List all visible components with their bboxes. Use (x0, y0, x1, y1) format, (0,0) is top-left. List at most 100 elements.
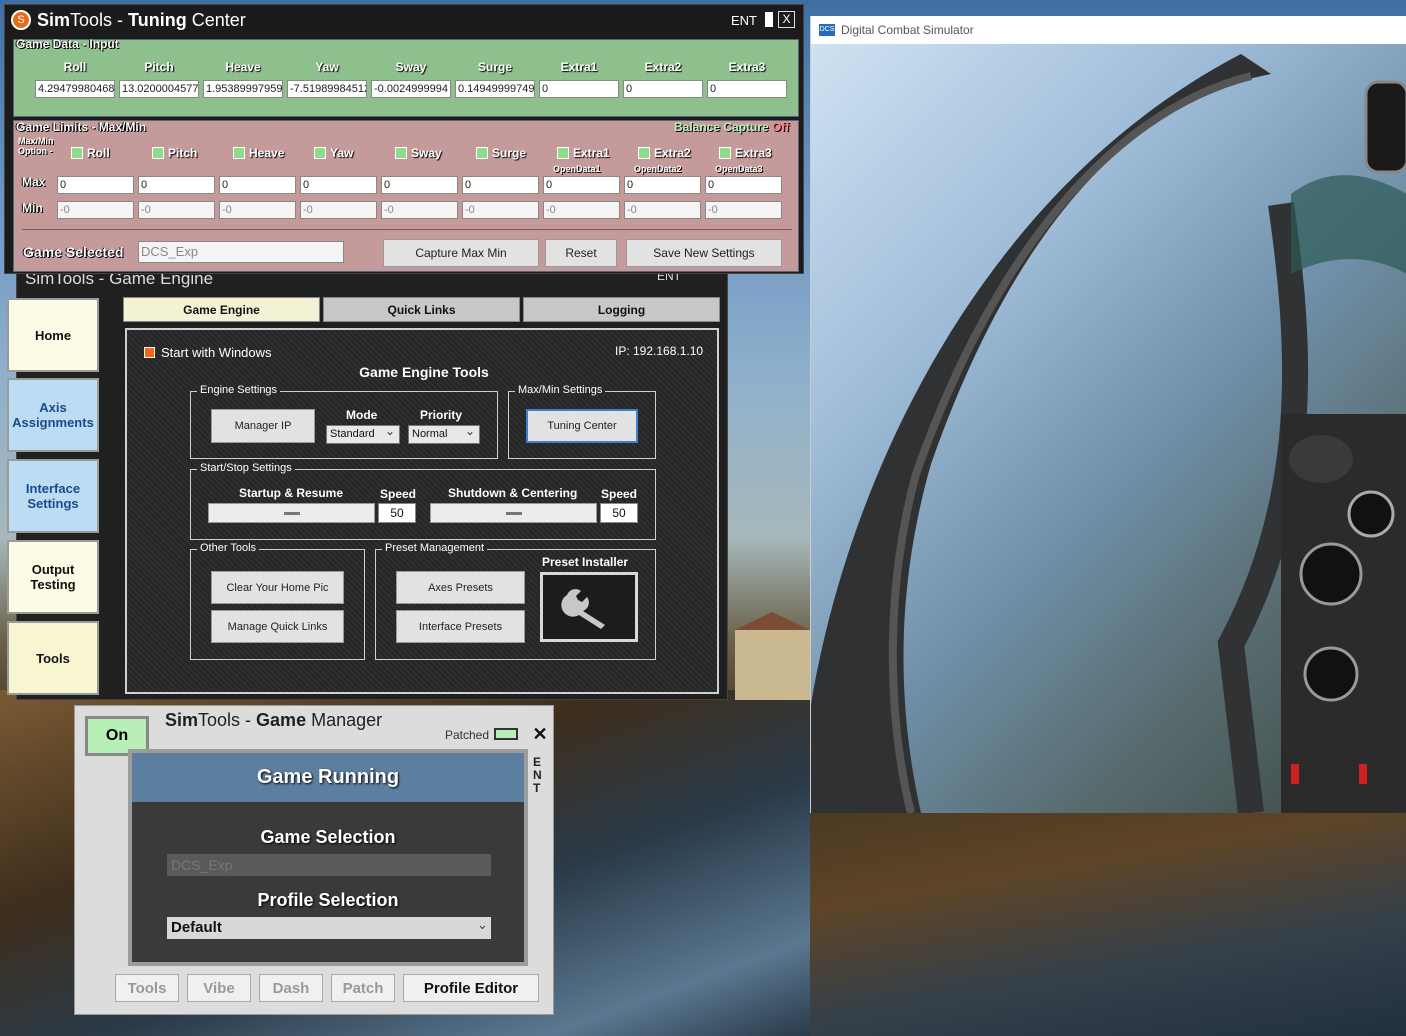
option-checkbox-6[interactable] (557, 147, 569, 159)
ip-address: IP: 192.168.1.10 (615, 344, 704, 358)
min-value-4[interactable]: -0 (381, 201, 458, 219)
axis-header-5: Surge (477, 60, 512, 74)
game-manager-window[interactable]: On Sim Tools - Game Manager Patched ✕ EN… (74, 705, 554, 1015)
tuning-center-close-button[interactable]: X (778, 11, 795, 28)
max-value-1[interactable]: 0 (138, 176, 215, 194)
min-value-2[interactable]: -0 (219, 201, 296, 219)
game-manager-close-button[interactable]: ✕ (529, 724, 551, 748)
min-value-8[interactable]: -0 (705, 201, 782, 219)
min-value-5[interactable]: -0 (462, 201, 539, 219)
gm-vibe-button[interactable]: Vibe (187, 974, 251, 1002)
nav-tools[interactable]: Tools (7, 621, 99, 695)
simtools-logo-icon: S (11, 10, 31, 30)
tuning-center-window[interactable]: S Sim Tools - Tuning Center ENT X Game D… (4, 4, 804, 274)
dcs-cockpit-view[interactable] (811, 44, 1406, 813)
nav-output-testing[interactable]: Output Testing (7, 540, 99, 614)
option-checkbox-4[interactable] (395, 147, 407, 159)
axis-header-2: Heave (225, 60, 261, 74)
preset-installer-button[interactable] (540, 572, 638, 642)
tab-quick-links[interactable]: Quick Links (323, 297, 520, 322)
max-value-7[interactable]: 0 (624, 176, 701, 194)
balance-capture-toggle[interactable]: Balance Capture Off (674, 120, 789, 134)
title-center: Center (186, 9, 246, 30)
clear-home-pic-button[interactable]: Clear Your Home Pic (211, 571, 344, 604)
axes-presets-button[interactable]: Axes Presets (396, 571, 525, 604)
option-checkbox-0[interactable] (71, 147, 83, 159)
option-checkbox-5[interactable] (476, 147, 488, 159)
min-value-1[interactable]: -0 (138, 201, 215, 219)
shutdown-centering-slider[interactable] (430, 503, 597, 523)
dcs-logo-icon: DCS (819, 24, 835, 36)
max-value-8[interactable]: 0 (705, 176, 782, 194)
priority-select[interactable]: Normal (408, 423, 480, 444)
nav-axis-assignments[interactable]: Axis Assignments (7, 378, 99, 452)
axis-value-4[interactable]: -0.0024999994 (371, 80, 451, 98)
nav-home[interactable]: Home (7, 298, 99, 372)
chevron-down-icon: ⌄ (477, 917, 488, 932)
restore-icon[interactable] (765, 12, 773, 27)
startup-resume-slider[interactable] (208, 503, 375, 523)
patched-label: Patched (445, 728, 490, 742)
axis-value-0[interactable]: 4.29479980468 (35, 80, 115, 98)
axis-header-4: Sway (395, 60, 427, 74)
axis-value-8[interactable]: 0 (707, 80, 787, 98)
shutdown-speed-input[interactable]: 50 (600, 503, 638, 523)
option-checkbox-2[interactable] (233, 147, 245, 159)
axis-header-0: Roll (63, 60, 87, 74)
tab-game-engine[interactable]: Game Engine (123, 297, 320, 322)
profile-editor-button[interactable]: Profile Editor (403, 974, 539, 1002)
max-value-2[interactable]: 0 (219, 176, 296, 194)
option-checkbox-7[interactable] (638, 147, 650, 159)
min-value-7[interactable]: -0 (624, 201, 701, 219)
reset-button[interactable]: Reset (545, 239, 617, 267)
mode-label: Mode (346, 408, 378, 422)
max-value-5[interactable]: 0 (462, 176, 539, 194)
min-value-6[interactable]: -0 (543, 201, 620, 219)
game-selection-field[interactable]: DCS_Exp (167, 854, 491, 876)
mode-select[interactable]: Standard (326, 423, 400, 444)
interface-presets-button[interactable]: Interface Presets (396, 610, 525, 643)
game-selected-field[interactable]: DCS_Exp (138, 241, 344, 263)
max-value-3[interactable]: 0 (300, 176, 377, 194)
axis-header-6: Extra1 (560, 60, 598, 74)
gm-patch-button[interactable]: Patch (331, 974, 395, 1002)
max-value-0[interactable]: 0 (57, 176, 134, 194)
save-new-settings-button[interactable]: Save New Settings (626, 239, 782, 267)
max-value-4[interactable]: 0 (381, 176, 458, 194)
profile-selection-dropdown[interactable]: Default (167, 917, 491, 939)
min-value-0[interactable]: -0 (57, 201, 134, 219)
axis-value-1[interactable]: 13.0200004577 (119, 80, 199, 98)
option-label-7: Extra2 (654, 146, 691, 160)
dcs-window[interactable]: DCS Digital Combat Simulator (810, 16, 1406, 813)
option-checkbox-1[interactable] (152, 147, 164, 159)
ent-vertical-label[interactable]: ENT (533, 756, 547, 795)
maxmin-option-line1: Max/Min (18, 136, 54, 146)
min-value-3[interactable]: -0 (300, 201, 377, 219)
manage-quick-links-button[interactable]: Manage Quick Links (211, 610, 344, 643)
option-label-4: Sway (411, 146, 442, 160)
axis-value-6[interactable]: 0 (539, 80, 619, 98)
max-value-6[interactable]: 0 (543, 176, 620, 194)
opendata-label-0: OpenData1 (553, 164, 601, 174)
maxmin-settings-group: Max/Min Settings Tuning Center (508, 384, 656, 459)
nav-interface-settings[interactable]: Interface Settings (7, 459, 99, 533)
opendata-label-1: OpenData2 (634, 164, 682, 174)
dcs-titlebar[interactable]: DCS Digital Combat Simulator (811, 16, 1406, 44)
option-checkbox-8[interactable] (719, 147, 731, 159)
axis-value-3[interactable]: -7.51989984512 (287, 80, 367, 98)
gm-dash-button[interactable]: Dash (259, 974, 323, 1002)
tuning-center-button[interactable]: Tuning Center (526, 409, 638, 443)
manager-ip-button[interactable]: Manager IP (211, 409, 315, 443)
title-tuning: Tuning (128, 9, 187, 30)
axis-value-7[interactable]: 0 (623, 80, 703, 98)
gm-tools-button[interactable]: Tools (115, 974, 179, 1002)
axis-value-5[interactable]: 0.14949999749 (455, 80, 535, 98)
tab-logging[interactable]: Logging (523, 297, 720, 322)
max-row-label: Max (22, 175, 46, 189)
startup-speed-input[interactable]: 50 (378, 503, 416, 523)
axis-value-2[interactable]: 1.95389997959 (203, 80, 283, 98)
tuning-center-ent[interactable]: ENT (731, 13, 757, 28)
capture-max-min-button[interactable]: Capture Max Min (383, 239, 539, 267)
start-with-windows-checkbox[interactable] (144, 347, 155, 358)
option-checkbox-3[interactable] (314, 147, 326, 159)
